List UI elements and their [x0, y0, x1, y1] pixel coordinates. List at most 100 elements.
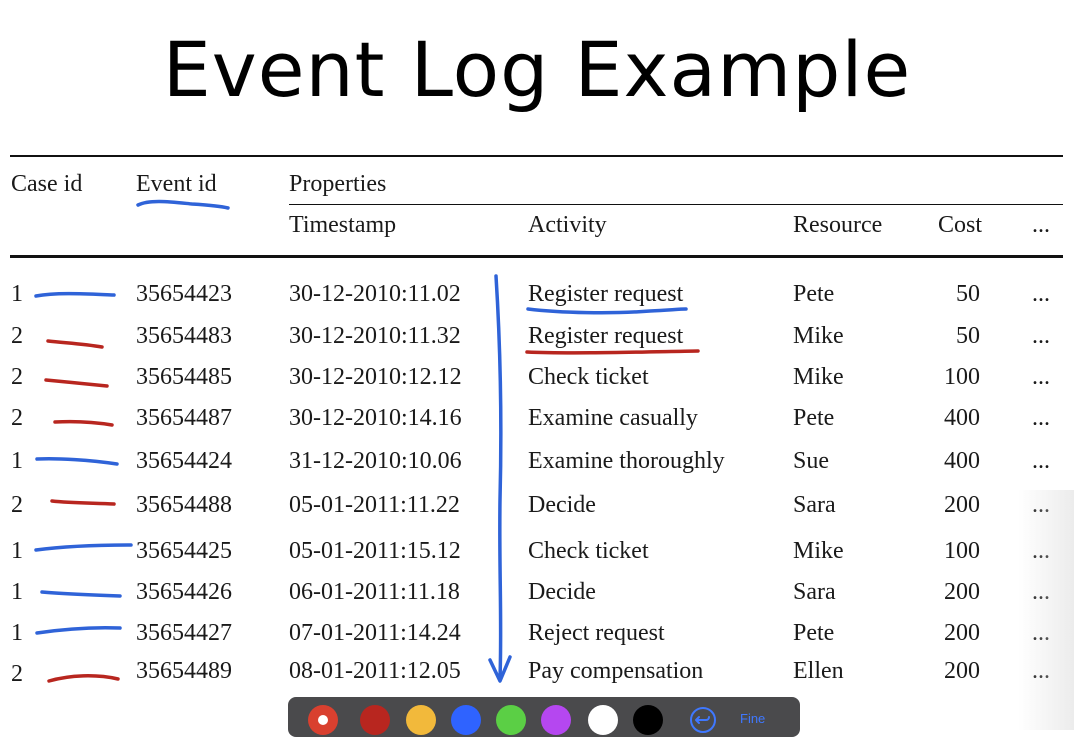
cell-timestamp: 08-01-2011:12.05 [289, 658, 461, 684]
swatch-white[interactable] [588, 705, 618, 735]
cell-activity: Examine thoroughly [528, 448, 725, 474]
time-order-arrow-stroke [494, 274, 503, 680]
swatch-red-pen[interactable] [308, 705, 338, 735]
cell-timestamp: 05-01-2011:15.12 [289, 538, 461, 564]
header-bottom-rule [10, 255, 1063, 258]
cell-cost: 400 [944, 448, 980, 474]
cell-activity: Check ticket [528, 364, 649, 390]
markup-toolbar: Fine [288, 697, 800, 737]
cell-event-id: 35654483 [136, 323, 232, 349]
case-1-stroke [34, 543, 133, 552]
cell-activity: Reject request [528, 620, 665, 646]
cell-timestamp: 05-01-2011:11.22 [289, 492, 460, 518]
cell-resource: Sara [793, 579, 836, 605]
cell-event-id: 35654426 [136, 579, 232, 605]
cell-activity: Decide [528, 492, 596, 518]
cell-cost: 200 [944, 492, 980, 518]
cell-event-id: 35654423 [136, 281, 232, 307]
cell-activity: Register request [528, 281, 684, 307]
cell-event-id: 35654485 [136, 364, 232, 390]
case-1-stroke [35, 626, 122, 635]
cell-timestamp: 30-12-2010:11.02 [289, 281, 461, 307]
cell-resource: Ellen [793, 658, 844, 684]
cell-resource: Mike [793, 538, 844, 564]
cell-resource: Pete [793, 405, 835, 431]
cell-cost: 50 [956, 323, 980, 349]
cell-timestamp: 06-01-2011:11.18 [289, 579, 460, 605]
cell-event-id: 35654488 [136, 492, 232, 518]
cell-timestamp: 30-12-2010:14.16 [289, 405, 462, 431]
cell-case-id: 1 [11, 620, 23, 646]
event-id-underline-stroke [136, 199, 230, 210]
activity-underline-red-stroke [525, 349, 700, 355]
cell-resource: Mike [793, 364, 844, 390]
case-1-stroke [40, 590, 122, 598]
header-case-id: Case id [11, 171, 83, 197]
cell-cost: 200 [944, 579, 980, 605]
case-2-stroke [47, 674, 120, 683]
swatch-dark-red[interactable] [360, 705, 390, 735]
cell-timestamp: 30-12-2010:12.12 [289, 364, 462, 390]
table-top-rule [10, 155, 1063, 157]
cell-more: ... [1032, 405, 1050, 431]
cell-cost: 200 [944, 658, 980, 684]
cell-case-id: 2 [11, 323, 23, 349]
header-timestamp: Timestamp [289, 212, 397, 238]
cell-cost: 50 [956, 281, 980, 307]
cell-cost: 400 [944, 405, 980, 431]
cell-event-id: 35654489 [136, 658, 232, 684]
header-resource: Resource [793, 212, 883, 238]
header-properties: Properties [289, 171, 387, 197]
cell-cost: 100 [944, 538, 980, 564]
cell-more: ... [1032, 364, 1050, 390]
cell-timestamp: 30-12-2010:11.32 [289, 323, 461, 349]
cell-cost: 100 [944, 364, 980, 390]
swatch-green[interactable] [496, 705, 526, 735]
activity-underline-blue-stroke [526, 307, 688, 315]
edge-shadow [1018, 490, 1074, 730]
cell-event-id: 35654425 [136, 538, 232, 564]
swatch-blue[interactable] [451, 705, 481, 735]
cell-case-id: 1 [11, 579, 23, 605]
cell-case-id: 2 [11, 405, 23, 431]
swatch-yellow[interactable] [406, 705, 436, 735]
header-activity: Activity [528, 212, 607, 238]
cell-resource: Sue [793, 448, 829, 474]
cell-resource: Sara [793, 492, 836, 518]
page-title: Event Log Example [162, 25, 912, 114]
cell-case-id: 1 [11, 448, 23, 474]
cell-activity: Examine casually [528, 405, 698, 431]
case-2-stroke [50, 499, 116, 506]
case-1-stroke [34, 291, 116, 298]
cell-activity: Decide [528, 579, 596, 605]
swatch-black[interactable] [633, 705, 663, 735]
cell-activity: Pay compensation [528, 658, 704, 684]
cell-activity: Register request [528, 323, 684, 349]
cell-case-id: 1 [11, 538, 23, 564]
cell-case-id: 2 [11, 364, 23, 390]
header-more: ... [1032, 212, 1050, 238]
cell-more: ... [1032, 281, 1050, 307]
swatch-purple[interactable] [541, 705, 571, 735]
cell-case-id: 2 [11, 661, 23, 687]
cell-more: ... [1032, 448, 1050, 474]
cell-timestamp: 31-12-2010:10.06 [289, 448, 462, 474]
case-2-stroke [46, 339, 104, 349]
cell-case-id: 1 [11, 281, 23, 307]
header-event-id: Event id [136, 171, 217, 197]
properties-rule [289, 204, 1063, 205]
cell-activity: Check ticket [528, 538, 649, 564]
done-button[interactable]: Fine [740, 711, 765, 726]
time-order-arrow-head-stroke [488, 655, 512, 683]
cell-more: ... [1032, 323, 1050, 349]
undo-icon[interactable] [688, 705, 718, 735]
case-1-stroke [35, 457, 119, 466]
cell-resource: Mike [793, 323, 844, 349]
cell-event-id: 35654487 [136, 405, 232, 431]
cell-event-id: 35654424 [136, 448, 232, 474]
cell-resource: Pete [793, 281, 835, 307]
case-2-stroke [44, 378, 109, 388]
header-cost: Cost [938, 212, 983, 238]
case-2-stroke [53, 419, 114, 427]
cell-cost: 200 [944, 620, 980, 646]
